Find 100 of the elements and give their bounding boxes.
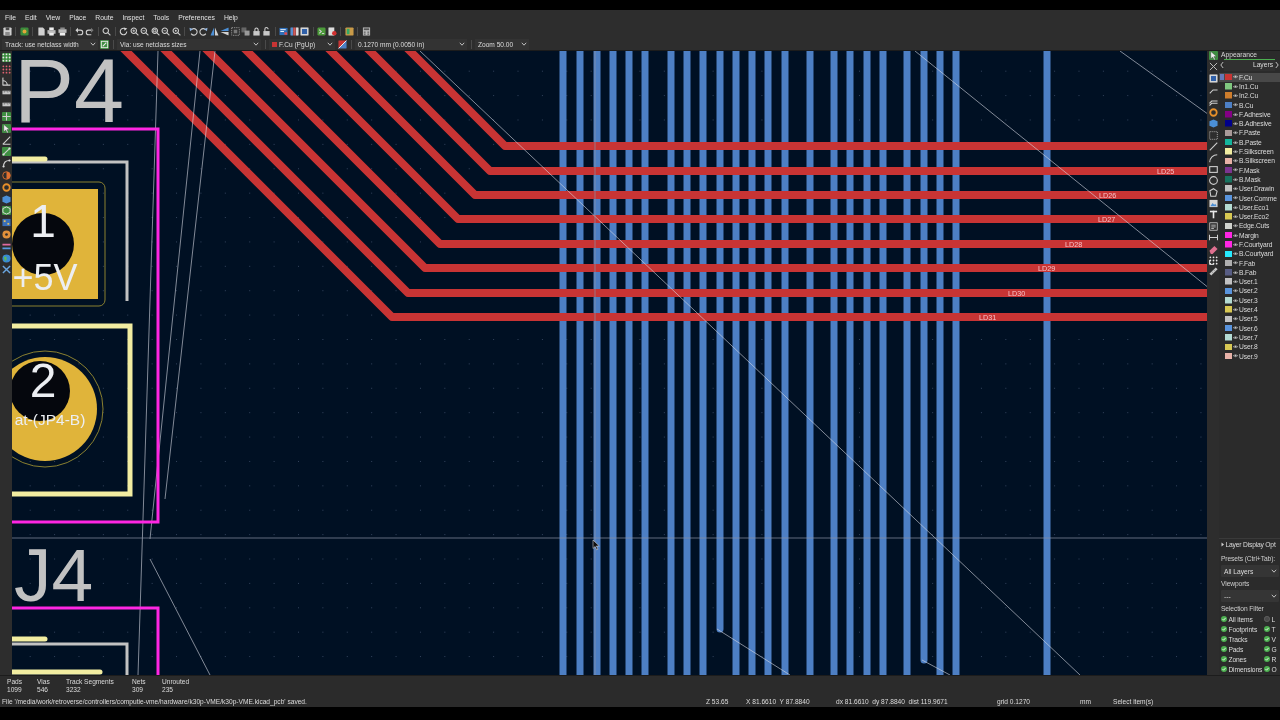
- eye-icon[interactable]: [1233, 149, 1238, 154]
- dotted-square-icon[interactable]: [1208, 130, 1218, 140]
- color-swatch-icon[interactable]: [1225, 101, 1232, 109]
- color-swatch-icon[interactable]: [1225, 259, 1232, 267]
- lock-icon[interactable]: [251, 27, 261, 36]
- eye-icon[interactable]: [1233, 131, 1238, 135]
- copper-track[interactable]: [559, 51, 567, 675]
- rectangle-icon[interactable]: [1208, 164, 1218, 174]
- unlock-icon[interactable]: [262, 27, 271, 36]
- eye-icon[interactable]: [1233, 84, 1238, 89]
- terminal-icon[interactable]: [317, 27, 326, 36]
- color-swatch-icon[interactable]: [1225, 269, 1232, 276]
- eye-icon[interactable]: [1233, 75, 1238, 79]
- board-icon[interactable]: [19, 27, 29, 36]
- color-swatch-icon[interactable]: [1225, 120, 1232, 127]
- zoom-out-icon[interactable]: [140, 27, 149, 36]
- copper-track[interactable]: [625, 51, 633, 675]
- curved-ratsnest-icon[interactable]: [1, 159, 11, 169]
- chip-icon[interactable]: [300, 27, 309, 36]
- calculator-icon[interactable]: [361, 27, 371, 36]
- color-lines-icon[interactable]: [1, 241, 11, 251]
- board-icon[interactable]: [344, 27, 354, 36]
- save-icon[interactable]: [2, 27, 12, 36]
- zoom-object-icon[interactable]: [171, 27, 181, 36]
- color-swatch-icon[interactable]: [1225, 176, 1232, 183]
- copper-track[interactable]: [732, 51, 740, 675]
- color-swatch-icon[interactable]: [1225, 250, 1232, 258]
- copper-track[interactable]: [716, 51, 724, 633]
- copper-track[interactable]: [936, 51, 944, 675]
- copper-track[interactable]: [863, 51, 871, 675]
- mirror-icon[interactable]: [220, 27, 229, 36]
- ring-icon[interactable]: [1208, 107, 1218, 117]
- printer-icon[interactable]: [57, 27, 67, 36]
- circle-icon[interactable]: [1208, 176, 1218, 186]
- eye-icon[interactable]: [1233, 214, 1238, 219]
- color-swatch-icon[interactable]: [1225, 92, 1232, 99]
- text-tool-icon[interactable]: [1208, 210, 1218, 220]
- color-swatch-icon[interactable]: [1225, 83, 1232, 90]
- cursor-icon[interactable]: [1, 123, 11, 133]
- eye-icon[interactable]: [1233, 112, 1238, 117]
- copper-track[interactable]: [879, 51, 887, 675]
- color-swatch-icon[interactable]: [1225, 111, 1232, 118]
- copper-track[interactable]: [683, 51, 691, 675]
- copper-track[interactable]: [830, 51, 838, 675]
- color-swatch-icon[interactable]: [1225, 334, 1232, 341]
- copper-track[interactable]: [903, 51, 911, 675]
- flip-icon[interactable]: [209, 27, 219, 36]
- eye-icon[interactable]: [1233, 298, 1238, 302]
- eye-icon[interactable]: [1233, 233, 1238, 237]
- copper-track[interactable]: [641, 51, 649, 675]
- color-swatch-icon[interactable]: [1225, 166, 1232, 174]
- color-swatch-icon[interactable]: [1225, 306, 1232, 313]
- chevron-left-icon[interactable]: [1220, 61, 1224, 69]
- copper-track[interactable]: [667, 51, 675, 675]
- polygon-icon[interactable]: [1208, 187, 1218, 197]
- image-icon[interactable]: [1208, 199, 1218, 209]
- eye-icon[interactable]: [1233, 326, 1238, 330]
- chevron-right-icon[interactable]: [1275, 61, 1279, 69]
- text-box-icon[interactable]: [1208, 221, 1218, 231]
- color-swatch-icon[interactable]: [1225, 194, 1232, 202]
- books-icon[interactable]: [289, 27, 299, 36]
- grid-icon[interactable]: [1, 53, 11, 62]
- color-swatch-icon[interactable]: [1225, 343, 1232, 350]
- page-icon[interactable]: [36, 27, 46, 36]
- arc-icon[interactable]: [1208, 153, 1218, 163]
- zoom-fit-icon[interactable]: [150, 27, 160, 36]
- color-swatch-icon[interactable]: [1225, 315, 1232, 323]
- refresh-icon[interactable]: [119, 27, 128, 36]
- eye-icon[interactable]: [1233, 205, 1238, 209]
- eye-icon[interactable]: [1233, 270, 1238, 275]
- undo-icon[interactable]: [74, 27, 84, 36]
- eye-icon[interactable]: [1233, 242, 1238, 247]
- redo-icon[interactable]: [85, 27, 94, 36]
- color-swatch-icon[interactable]: [1225, 73, 1232, 81]
- crossed-lines-icon[interactable]: [1, 265, 11, 275]
- globe-icon[interactable]: [1, 253, 11, 263]
- copper-track[interactable]: [920, 51, 928, 664]
- eye-icon[interactable]: [1233, 252, 1238, 256]
- eraser-icon[interactable]: [1208, 244, 1218, 254]
- crosshair-icon[interactable]: [1, 112, 11, 121]
- overlapping-squares-icon[interactable]: [241, 27, 250, 36]
- copper-track[interactable]: [748, 51, 756, 675]
- copper-track[interactable]: [952, 51, 960, 675]
- copper-track[interactable]: [576, 51, 584, 675]
- eye-icon[interactable]: [1233, 187, 1238, 191]
- color-swatch-icon[interactable]: [1225, 287, 1232, 295]
- search-icon[interactable]: [102, 27, 111, 36]
- zoom-in-icon[interactable]: [129, 27, 139, 36]
- color-swatch-icon[interactable]: [1225, 138, 1232, 146]
- copper-track[interactable]: [699, 51, 707, 675]
- rotate-right-icon[interactable]: [199, 27, 208, 36]
- hexagon-icon[interactable]: [1, 194, 11, 204]
- dimension-icon[interactable]: [1208, 233, 1218, 243]
- ratsnest-icon[interactable]: [1, 147, 11, 157]
- eye-icon[interactable]: [1233, 335, 1238, 340]
- copper-track[interactable]: [593, 51, 601, 675]
- color-swatch-icon[interactable]: [1225, 213, 1232, 220]
- cross-icon[interactable]: [1208, 62, 1218, 72]
- copper-track[interactable]: [609, 51, 617, 675]
- color-swatch-icon[interactable]: [1225, 324, 1232, 332]
